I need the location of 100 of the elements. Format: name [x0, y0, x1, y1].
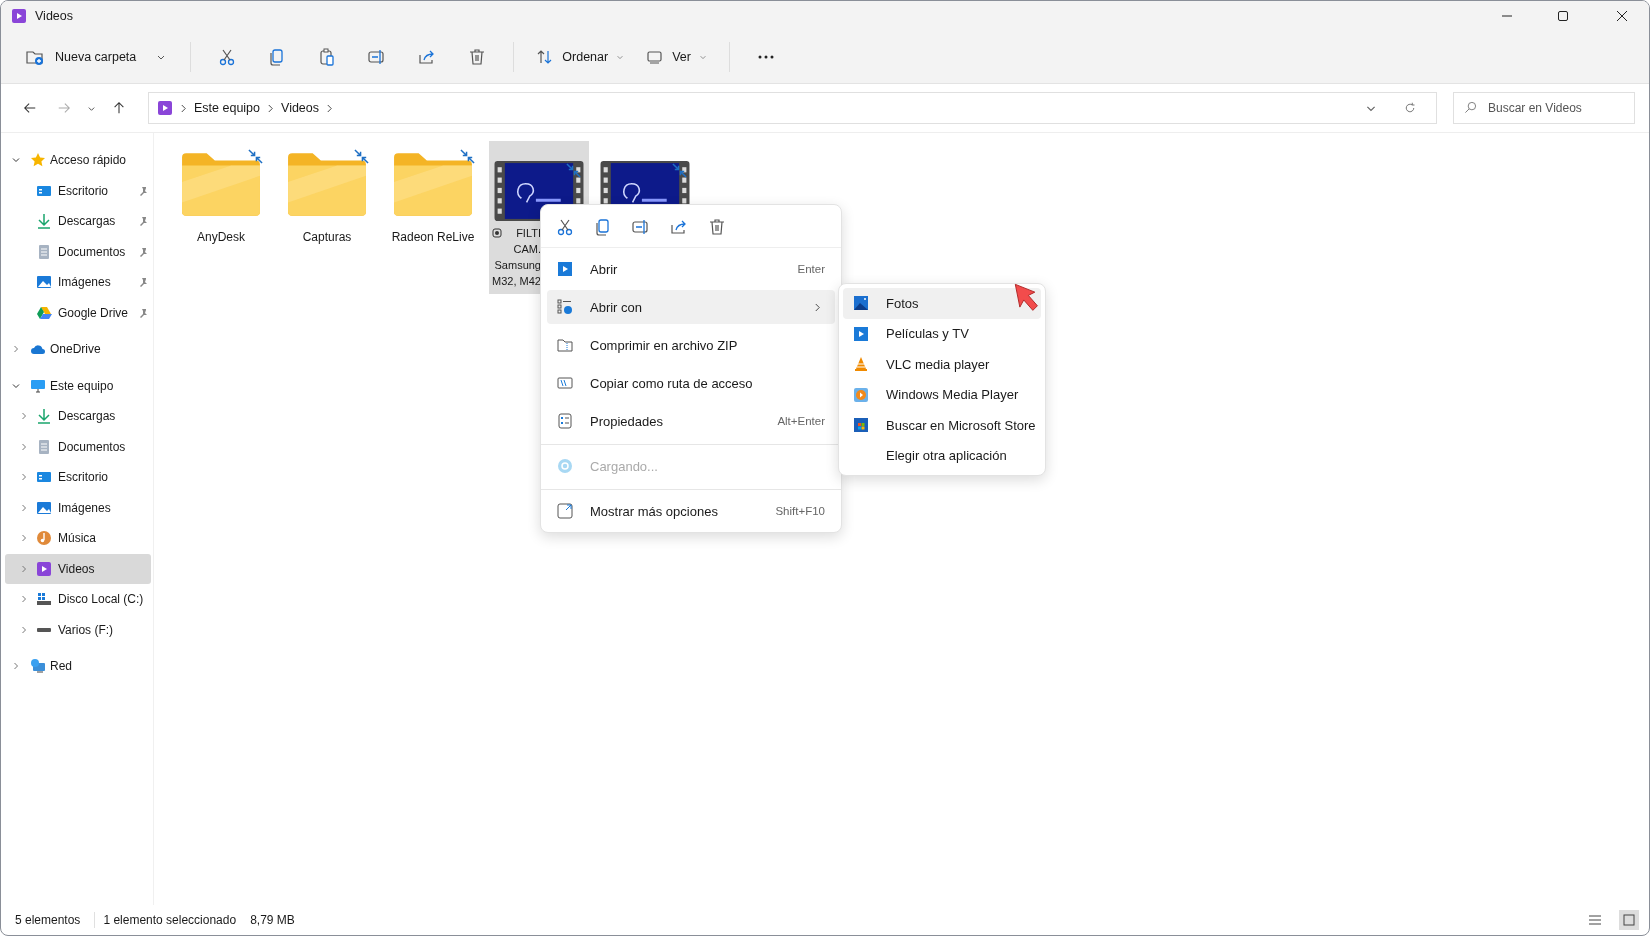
- store-icon: [853, 417, 869, 434]
- file-name: CAM.: [513, 242, 541, 257]
- chevron-right-icon[interactable]: [19, 533, 29, 544]
- menu-item[interactable]: VLC media player: [843, 349, 1041, 380]
- new-folder-button[interactable]: Nueva carpeta: [17, 40, 145, 74]
- menu-label: Mostrar más opciones: [590, 503, 719, 519]
- chevron-right-icon: [180, 103, 187, 113]
- search-icon: [1464, 101, 1477, 114]
- nav-item[interactable]: Imágenes: [5, 267, 151, 298]
- breadcrumb[interactable]: Videos: [281, 101, 320, 115]
- nav-item[interactable]: Escritorio: [5, 462, 151, 493]
- compress-arrows-icon: [354, 149, 369, 164]
- nav-label: Escritorio: [58, 470, 109, 485]
- shortcut-label: Shift+F10: [775, 505, 825, 517]
- nav-item[interactable]: Google Drive: [5, 297, 151, 328]
- chevron-right-icon[interactable]: [19, 594, 29, 605]
- download-icon: [36, 213, 52, 230]
- chevron-right-icon[interactable]: [19, 411, 29, 422]
- download-icon: [36, 408, 52, 425]
- menu-item[interactable]: Buscar en Microsoft Store: [843, 410, 1041, 441]
- nav-item[interactable]: OneDrive: [5, 334, 151, 365]
- menu-item[interactable]: Windows Media Player: [843, 379, 1041, 410]
- chevron-right-icon[interactable]: [11, 661, 21, 672]
- disk-icon: [36, 591, 52, 608]
- file-tile[interactable]: Capturas: [277, 141, 377, 294]
- shortcut-label: Alt+Enter: [777, 415, 825, 427]
- selection-info: 1 elemento seleccionado: [103, 913, 237, 927]
- nav-item[interactable]: Descargas: [5, 206, 151, 237]
- nav-item[interactable]: Red: [5, 651, 151, 682]
- props-icon: [557, 413, 573, 429]
- close-icon: [1616, 10, 1628, 22]
- menu-item[interactable]: Películas y TV: [843, 318, 1041, 349]
- nav-label: OneDrive: [50, 342, 102, 357]
- chevron-right-icon[interactable]: [19, 502, 29, 513]
- menu-item[interactable]: Copiar como ruta de acceso: [547, 366, 835, 400]
- address-bar[interactable]: Este equipo Videos: [148, 92, 1437, 124]
- item-count: 5 elementos: [15, 913, 81, 927]
- chevron-right-icon[interactable]: [19, 563, 29, 574]
- menu-item[interactable]: Fotos: [843, 288, 1041, 319]
- compress-arrows-icon: [566, 163, 581, 178]
- folder-icon: [286, 151, 368, 217]
- sort-button[interactable]: Ordenar: [528, 40, 633, 74]
- menu-label: Películas y TV: [886, 326, 970, 342]
- tiles-view-icon[interactable]: [1619, 910, 1639, 930]
- nav-label: Descargas: [58, 409, 117, 424]
- cut-icon[interactable]: [555, 217, 575, 237]
- menu-label: Fotos: [886, 295, 920, 311]
- menu-item[interactable]: Abrir con: [547, 290, 835, 324]
- search-field[interactable]: Buscar en Videos: [1453, 92, 1635, 124]
- menu-item[interactable]: Comprimir en archivo ZIP: [547, 328, 835, 362]
- chevron-right-icon: [267, 103, 275, 113]
- file-tile[interactable]: AnyDesk: [171, 141, 271, 294]
- file-size: 8,79 MB: [250, 913, 295, 927]
- drive-icon: [36, 304, 52, 321]
- file-name: AnyDesk: [197, 229, 245, 245]
- nav-item[interactable]: Descargas: [5, 401, 151, 432]
- file-tile[interactable]: Radeon ReLive: [383, 141, 483, 294]
- menu-label: Cargando...: [590, 458, 659, 474]
- video-folder-icon: [157, 100, 173, 116]
- delete-icon[interactable]: [707, 217, 727, 237]
- nav-label: Varios (F:): [58, 622, 115, 637]
- menu-item[interactable]: Mostrar más opciones Shift+F10: [547, 494, 835, 528]
- network-icon: [30, 658, 46, 675]
- nav-item[interactable]: Imágenes: [5, 492, 151, 523]
- rename-icon[interactable]: [631, 217, 651, 237]
- music-icon: [36, 530, 52, 547]
- nav-label: Este equipo: [50, 378, 115, 393]
- pc-icon: [30, 377, 46, 394]
- chevron-right-icon[interactable]: [11, 344, 21, 355]
- window-title: Videos: [35, 9, 73, 23]
- document-icon: [36, 438, 52, 455]
- nav-item[interactable]: Documentos: [5, 236, 151, 267]
- nav-item[interactable]: Videos: [5, 553, 151, 584]
- nav-item[interactable]: Música: [5, 523, 151, 554]
- menu-label: Abrir con: [590, 299, 644, 315]
- chevron-down-icon: [698, 53, 707, 61]
- file-name: Samsung: [494, 258, 541, 273]
- nav-item[interactable]: Acceso rápido: [5, 145, 151, 176]
- breadcrumb[interactable]: Este equipo: [194, 101, 261, 115]
- nav-item[interactable]: Disco Local (C:): [5, 584, 151, 615]
- menu-item[interactable]: Propiedades Alt+Enter: [547, 404, 835, 438]
- pointer-arrow-icon: [1014, 283, 1040, 313]
- nav-item[interactable]: Este equipo: [5, 370, 151, 401]
- chevron-right-icon[interactable]: [19, 472, 29, 483]
- maximize-icon: [1557, 10, 1569, 22]
- chevron-right-icon[interactable]: [19, 441, 29, 452]
- menu-item[interactable]: Elegir otra aplicación: [843, 440, 1041, 471]
- nav-item[interactable]: Varios (F:): [5, 614, 151, 645]
- user-badge-icon: [492, 228, 502, 238]
- view-button[interactable]: Ver: [638, 40, 715, 74]
- nav-item[interactable]: Escritorio: [5, 175, 151, 206]
- nav-label: Documentos: [58, 244, 127, 259]
- chevron-right-icon: [814, 302, 821, 312]
- compress-arrows-icon: [248, 149, 263, 164]
- chevron-right-icon: [326, 103, 334, 113]
- chevron-right-icon[interactable]: [19, 624, 29, 635]
- document-icon: [36, 243, 52, 260]
- menu-label: Propiedades: [590, 413, 664, 429]
- nav-label: Música: [58, 531, 97, 546]
- nav-item[interactable]: Documentos: [5, 431, 151, 462]
